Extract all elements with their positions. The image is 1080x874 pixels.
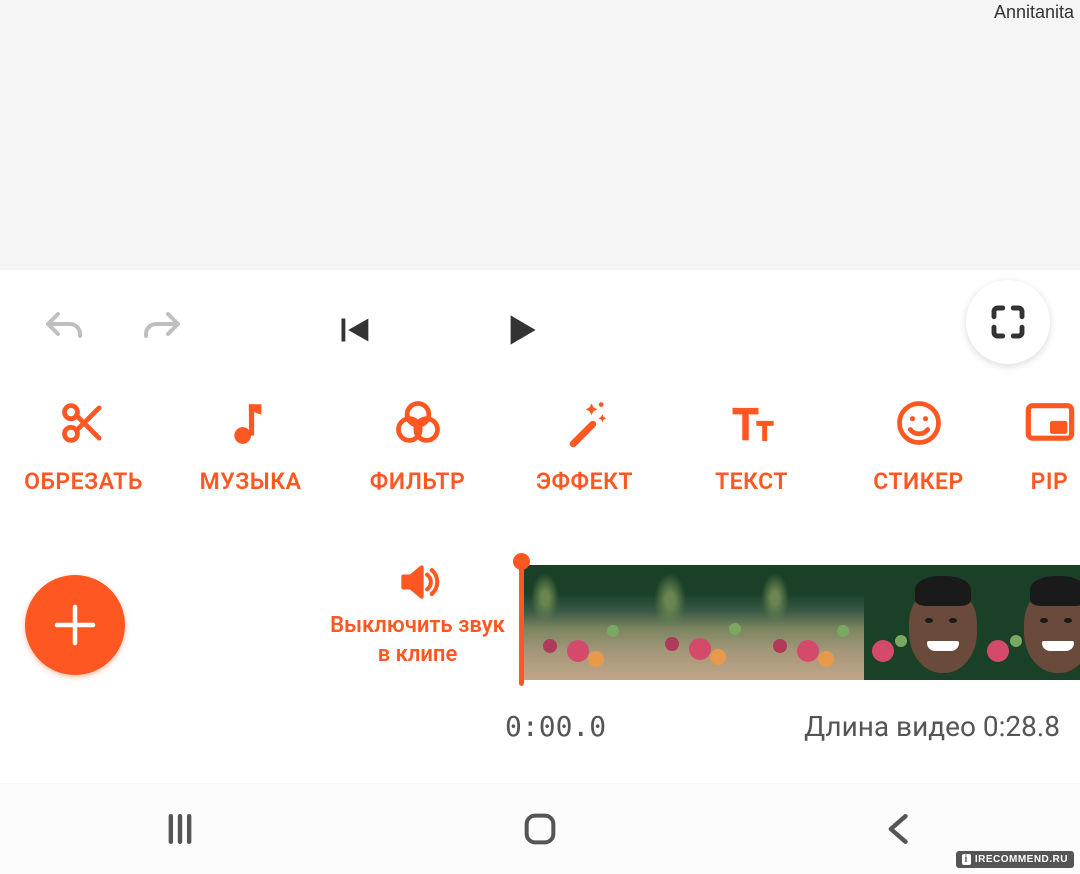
- timeline-clip-strip[interactable]: [519, 565, 1080, 680]
- watermark-site-badge: i IRECOMMEND.RU: [956, 851, 1074, 868]
- timeline-track-area: Выключить звук в клипе 0:00.0 Длина виде…: [0, 555, 1080, 745]
- tool-label: ФИЛЬТР: [370, 468, 465, 495]
- watermark-username: Annitanita: [994, 2, 1074, 23]
- watermark-site-prefix: i: [962, 854, 971, 865]
- tool-sticker[interactable]: СТИКЕР: [835, 385, 1002, 525]
- play-icon[interactable]: [496, 305, 546, 355]
- mute-label: Выключить звук в клипе: [325, 612, 510, 669]
- redo-icon[interactable]: [138, 306, 186, 354]
- tool-label: МУЗЫКА: [200, 468, 302, 495]
- mute-clip-button[interactable]: Выключить звук в клипе: [325, 560, 510, 669]
- clip-thumbnail[interactable]: [864, 565, 979, 680]
- pip-icon: [1024, 395, 1076, 450]
- tool-label: ЭФФЕКТ: [536, 468, 633, 495]
- scissors-icon: [58, 395, 110, 450]
- skip-to-start-icon[interactable]: [330, 307, 376, 353]
- nav-back-button[interactable]: [800, 807, 1000, 851]
- nav-recents-button[interactable]: [80, 807, 280, 851]
- undo-redo-group: [40, 306, 186, 354]
- speaker-icon: [396, 560, 440, 604]
- filter-circles-icon: [392, 395, 444, 450]
- playback-controls-bar: [0, 290, 1080, 370]
- current-time: 0:00.0: [505, 710, 606, 743]
- music-note-icon: [226, 395, 276, 450]
- clip-thumbnail[interactable]: [749, 565, 864, 680]
- tool-label: ОБРЕЗАТЬ: [24, 468, 143, 495]
- time-display-row: 0:00.0 Длина видео 0:28.8: [505, 710, 1060, 743]
- tool-pip[interactable]: PIP: [1002, 385, 1080, 525]
- text-icon: [726, 395, 778, 450]
- tool-cut[interactable]: ОБРЕЗАТЬ: [0, 385, 167, 525]
- plus-icon: [48, 598, 102, 652]
- tool-filter[interactable]: ФИЛЬТР: [334, 385, 501, 525]
- tool-effect[interactable]: ЭФФЕКТ: [501, 385, 668, 525]
- undo-icon[interactable]: [40, 306, 88, 354]
- timeline-playhead[interactable]: [519, 559, 524, 686]
- back-icon: [878, 807, 922, 851]
- fullscreen-icon: [987, 301, 1029, 343]
- tool-label: PIP: [1031, 468, 1069, 495]
- tool-music[interactable]: МУЗЫКА: [167, 385, 334, 525]
- fullscreen-button[interactable]: [966, 280, 1050, 364]
- tool-label: СТИКЕР: [873, 468, 964, 495]
- tool-strip[interactable]: ОБРЕЗАТЬ МУЗЫКА ФИЛЬТР ЭФФЕКТ ТЕКСТ СТИК…: [0, 385, 1080, 525]
- add-clip-button[interactable]: [25, 575, 125, 675]
- center-playback-controls: [330, 305, 546, 355]
- smiley-icon: [893, 395, 945, 450]
- android-nav-bar: [0, 783, 1080, 874]
- clip-thumbnail[interactable]: [979, 565, 1080, 680]
- video-preview-area: [0, 0, 1080, 270]
- video-duration: Длина видео 0:28.8: [804, 710, 1060, 743]
- tool-label: ТЕКСТ: [715, 468, 788, 495]
- watermark-site-name: IRECOMMEND.RU: [975, 854, 1068, 865]
- recents-icon: [158, 807, 202, 851]
- clip-thumbnail[interactable]: [519, 565, 634, 680]
- tool-text[interactable]: ТЕКСТ: [668, 385, 835, 525]
- nav-home-button[interactable]: [440, 809, 640, 849]
- home-icon: [520, 809, 560, 849]
- magic-wand-icon: [559, 395, 611, 450]
- clip-thumbnail[interactable]: [634, 565, 749, 680]
